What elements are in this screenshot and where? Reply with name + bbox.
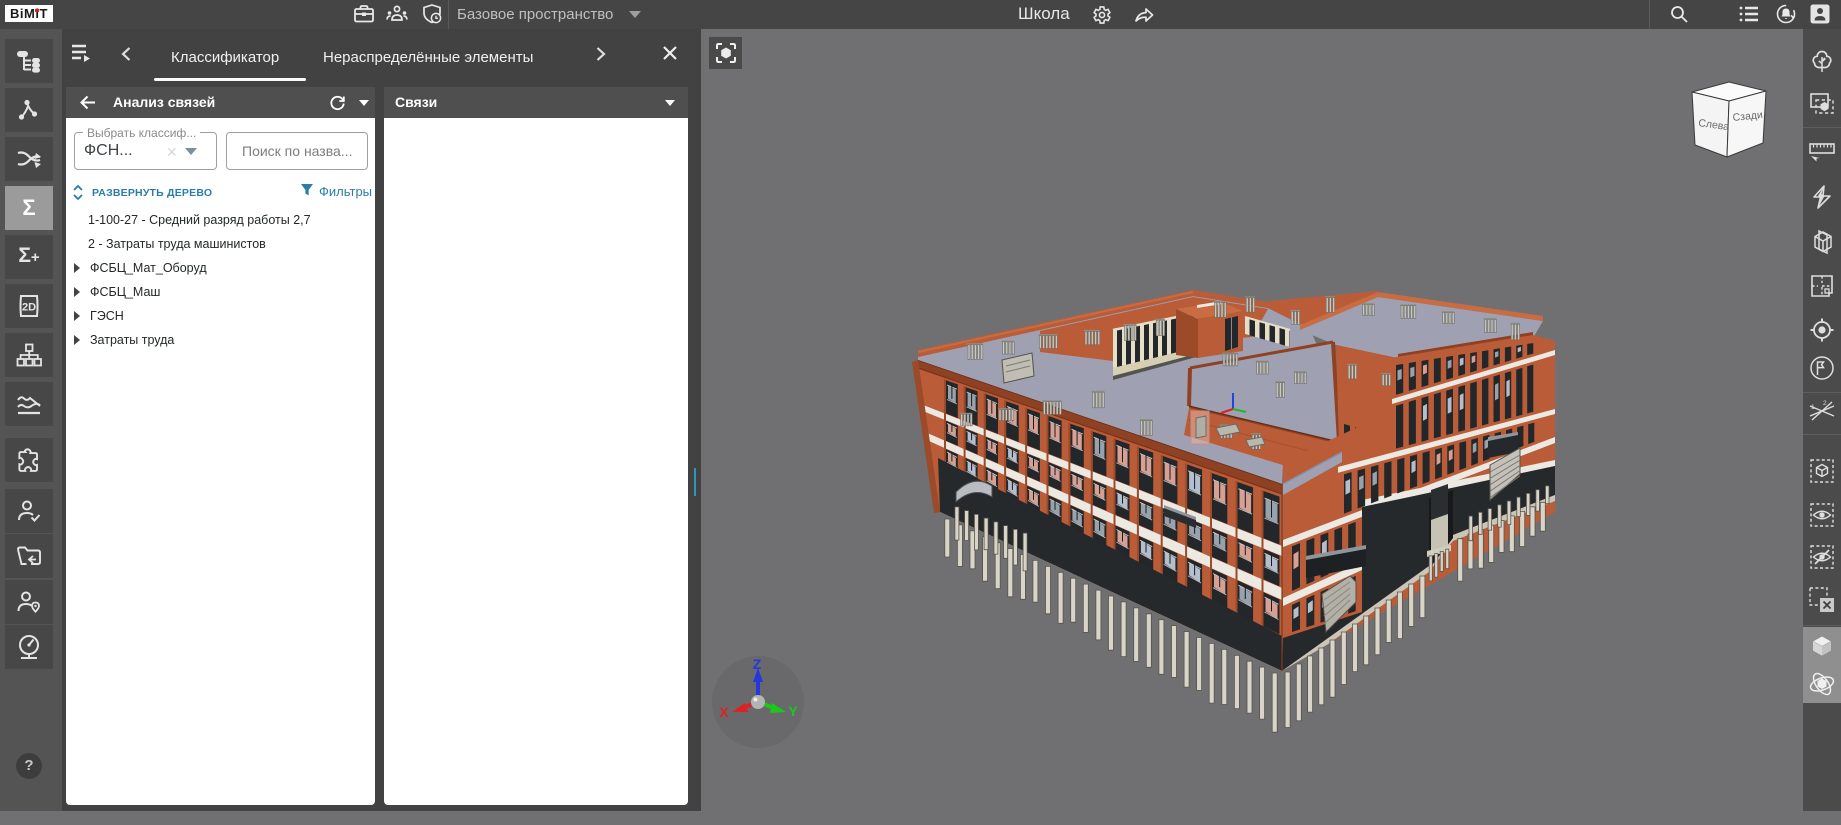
svg-text:2D: 2D [22,302,36,314]
svg-text:1: 1 [1811,404,1815,411]
svg-text:2: 2 [1823,400,1827,407]
svg-text:X: X [719,704,729,720]
svg-text:Y: Y [788,703,798,719]
svg-text:Z: Z [753,656,762,672]
